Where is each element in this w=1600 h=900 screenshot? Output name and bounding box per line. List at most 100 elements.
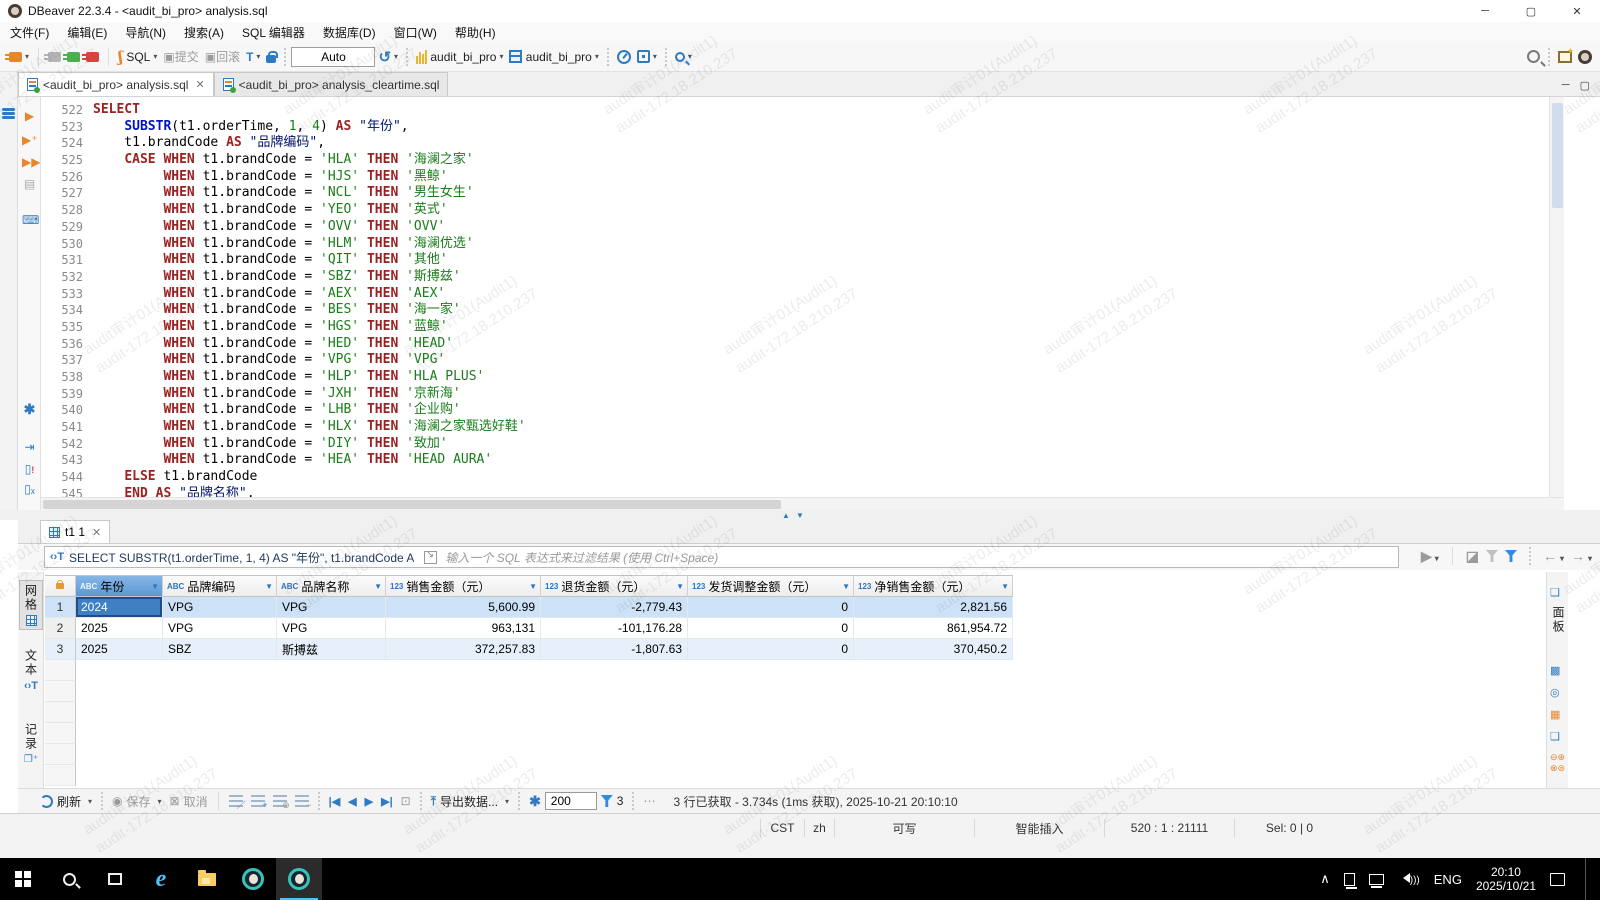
cancel-button[interactable]: ⊠ 取消 bbox=[170, 793, 208, 810]
disconnect-button[interactable] bbox=[82, 51, 100, 62]
cell-r2-c1[interactable]: 2025 bbox=[76, 618, 163, 639]
editor-horizontal-scrollbar[interactable] bbox=[41, 497, 1564, 510]
fetch-size-input[interactable]: 200 bbox=[544, 792, 597, 810]
dbeaver-taskbar-button-active[interactable] bbox=[276, 858, 322, 900]
column-header-4[interactable]: 123 退货金额（元） ▼ bbox=[541, 575, 688, 597]
cell-r2-c3[interactable]: VPG bbox=[277, 618, 386, 639]
value-viewer-icon[interactable]: ▩ bbox=[1550, 664, 1560, 677]
menu-item-3[interactable]: 搜索(A) bbox=[184, 24, 224, 41]
prev-page-button[interactable]: ◀ bbox=[348, 795, 356, 808]
history-back-button[interactable]: ← ▾ bbox=[1543, 548, 1564, 564]
cell-r3-c2[interactable]: SBZ bbox=[163, 639, 277, 660]
cell-r1-c7[interactable]: 2,821.56 bbox=[854, 597, 1013, 618]
execute-new-tab-button[interactable]: ▶⁺ bbox=[22, 133, 38, 148]
commit-mode-button[interactable]: ▾ bbox=[636, 50, 657, 63]
fetch-all-button[interactable]: ⊡ bbox=[401, 794, 411, 808]
column-header-6[interactable]: 123 净销售金额（元） ▼ bbox=[854, 575, 1013, 597]
column-header-1[interactable]: ABC 品牌编码 ▼ bbox=[163, 575, 277, 597]
network-icon[interactable] bbox=[1368, 873, 1384, 888]
cell-r3-c3[interactable]: 斯搏兹 bbox=[277, 639, 386, 660]
menu-item-0[interactable]: 文件(F) bbox=[10, 24, 49, 41]
volume-icon[interactable]: ))) bbox=[1398, 870, 1420, 888]
dbeaver-perspective-button[interactable] bbox=[1578, 49, 1592, 64]
metadata-panel-icon[interactable]: ◎ bbox=[1550, 686, 1560, 699]
transaction-log-button[interactable]: T ▾ bbox=[246, 50, 260, 64]
calc-panel-icon[interactable]: ▦ bbox=[1550, 708, 1560, 721]
column-filter-dropdown-icon[interactable]: ▼ bbox=[842, 582, 850, 591]
column-header-3[interactable]: 123 销售金额（元） ▼ bbox=[386, 575, 541, 597]
dashboard-button[interactable] bbox=[616, 49, 631, 64]
delete-row-button[interactable]: − bbox=[294, 795, 312, 810]
action-center-icon[interactable] bbox=[1550, 872, 1565, 886]
script-variables-icon[interactable]: ▯ₓ bbox=[22, 482, 37, 497]
connect-button[interactable] bbox=[44, 51, 62, 62]
menu-item-1[interactable]: 编辑(E) bbox=[67, 24, 107, 41]
results-tab-t1[interactable]: t1 1 ✕ bbox=[40, 520, 111, 543]
column-filter-dropdown-icon[interactable]: ▼ bbox=[374, 582, 382, 591]
close-results-tab-icon[interactable]: ✕ bbox=[92, 526, 101, 539]
database-selector[interactable]: audit_bi_pro ▾ bbox=[416, 49, 503, 64]
cell-r3-c5[interactable]: -1,807.63 bbox=[541, 639, 688, 660]
cell-r1-c1[interactable]: 2024 bbox=[76, 597, 163, 618]
cell-r3-c6[interactable]: 0 bbox=[688, 639, 854, 660]
cell-r1-c5[interactable]: -2,779.43 bbox=[541, 597, 688, 618]
tab-text-presentation[interactable]: 文本 ‹›T bbox=[19, 646, 43, 695]
cell-r1-c6[interactable]: 0 bbox=[688, 597, 854, 618]
sash-collapse-down-icon[interactable]: ▼ bbox=[796, 511, 804, 520]
duplicate-row-button[interactable]: ⊕ bbox=[272, 795, 290, 810]
filters-menu-icon[interactable] bbox=[1504, 550, 1517, 562]
perspective-button[interactable] bbox=[1558, 46, 1574, 63]
clear-filter-button[interactable]: ◪ bbox=[1466, 548, 1479, 565]
taskbar-search-button[interactable] bbox=[46, 858, 92, 900]
maximize-window-button[interactable]: ▢ bbox=[1508, 0, 1554, 22]
tab-analysis-cleartime-sql[interactable]: <audit_bi_pro> analysis_cleartime.sql bbox=[213, 72, 449, 96]
row-number[interactable]: 3 bbox=[45, 639, 76, 660]
cell-r2-c6[interactable]: 0 bbox=[688, 618, 854, 639]
hidden-icons-chevron[interactable]: ∧ bbox=[1320, 871, 1330, 887]
export-result-button[interactable]: ⇥ bbox=[22, 440, 37, 455]
start-button[interactable] bbox=[0, 858, 46, 900]
cell-r1-c3[interactable]: VPG bbox=[277, 597, 386, 618]
column-header-2[interactable]: ABC 品牌名称 ▼ bbox=[277, 575, 386, 597]
menu-item-4[interactable]: SQL 编辑器 bbox=[242, 24, 305, 41]
sql-editor[interactable]: 522 SELECT 523 SUBSTR(t1.orderTime, 1, 4) … bbox=[41, 97, 1548, 497]
explain-plan-button[interactable]: ▤ bbox=[22, 177, 37, 192]
cell-r3-c1[interactable]: 2025 bbox=[76, 639, 163, 660]
next-page-button[interactable]: ▶ bbox=[365, 795, 373, 808]
grid-corner-lock[interactable] bbox=[45, 575, 76, 597]
history-forward-button[interactable]: → ▾ bbox=[1571, 548, 1592, 564]
menu-item-2[interactable]: 导航(N) bbox=[125, 24, 166, 41]
cell-r2-c5[interactable]: -101,176.28 bbox=[541, 618, 688, 639]
clock-date[interactable]: 20:10 2025/10/21 bbox=[1476, 865, 1536, 893]
internet-explorer-button[interactable]: e bbox=[138, 858, 184, 900]
column-filter-dropdown-icon[interactable]: ▼ bbox=[151, 582, 159, 591]
task-view-button[interactable] bbox=[92, 858, 138, 900]
rollback-button[interactable]: ▣ 回滚 bbox=[205, 48, 240, 65]
tab-grid-presentation[interactable]: 网格 bbox=[19, 580, 43, 630]
open-console-button[interactable]: ⌨ bbox=[22, 213, 39, 228]
remove-filter-icon[interactable] bbox=[1485, 550, 1498, 562]
minimize-window-button[interactable]: ─ bbox=[1462, 0, 1508, 22]
cell-r1-c2[interactable]: VPG bbox=[163, 597, 277, 618]
export-data-button[interactable]: ⤒ 导出数据... ▾ bbox=[431, 793, 509, 810]
refresh-button[interactable]: 刷新 ▾ bbox=[40, 793, 92, 810]
expand-filter-icon[interactable] bbox=[424, 549, 438, 564]
cell-r2-c2[interactable]: VPG bbox=[163, 618, 277, 639]
tab-analysis-sql[interactable]: <audit_bi_pro> analysis.sql ✕ bbox=[18, 72, 214, 96]
database-navigator-icon[interactable] bbox=[2, 108, 15, 121]
quick-search-button[interactable] bbox=[1527, 50, 1540, 63]
filter-input[interactable]: ‹›T SELECT SUBSTR(t1.orderTime, 1, 4) AS… bbox=[44, 546, 1399, 568]
save-button[interactable]: ◉ 保存 ▾ bbox=[112, 793, 162, 810]
column-filter-dropdown-icon[interactable]: ▼ bbox=[265, 582, 273, 591]
column-filter-dropdown-icon[interactable]: ▼ bbox=[676, 582, 684, 591]
edit-cell-button[interactable]: ／ bbox=[228, 795, 246, 810]
add-row-button[interactable]: + bbox=[250, 795, 268, 810]
minimize-editor-button[interactable]: ─ bbox=[1562, 79, 1570, 92]
column-header-5[interactable]: 123 发货调整金额（元） ▼ bbox=[688, 575, 854, 597]
menu-item-5[interactable]: 数据库(D) bbox=[323, 24, 376, 41]
cell-r2-c7[interactable]: 861,954.72 bbox=[854, 618, 1013, 639]
reconnect-button[interactable] bbox=[63, 51, 81, 62]
cell-r1-c4[interactable]: 5,600.99 bbox=[386, 597, 541, 618]
search-button[interactable]: ▾ bbox=[674, 51, 692, 62]
cell-r3-c7[interactable]: 370,450.2 bbox=[854, 639, 1013, 660]
